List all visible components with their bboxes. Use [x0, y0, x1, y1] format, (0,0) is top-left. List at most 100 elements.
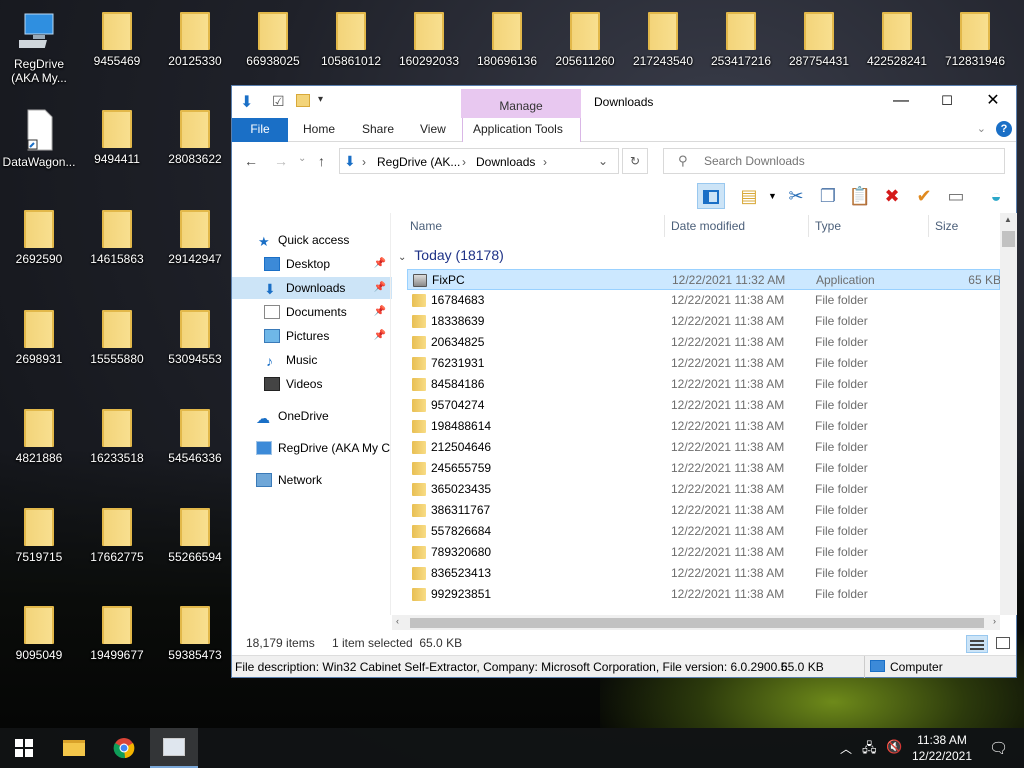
- search-input[interactable]: [704, 154, 984, 168]
- help-button[interactable]: ?: [996, 121, 1012, 137]
- chrome-taskbar-button[interactable]: [100, 728, 148, 768]
- rename-button[interactable]: ✔: [910, 183, 938, 209]
- desktop-folder-16233518[interactable]: 16233518: [78, 409, 156, 465]
- properties-button[interactable]: ▭: [942, 183, 970, 209]
- file-row[interactable]: 386311767 12/22/2021 11:38 AM File folder: [407, 500, 1000, 521]
- desktop-folder-66938025[interactable]: 66938025: [234, 12, 312, 68]
- refresh-button[interactable]: ↻: [622, 148, 648, 174]
- context-tab-manage[interactable]: Manage: [461, 89, 581, 118]
- title-bar[interactable]: ⬇ ☑ ▾ Manage Downloads — ☐ ✕: [232, 86, 1016, 118]
- tab-file[interactable]: File: [232, 118, 288, 142]
- tab-application-tools[interactable]: Application Tools: [462, 118, 581, 142]
- desktop-folder-217243540[interactable]: 217243540: [624, 12, 702, 68]
- search-box[interactable]: ⚲: [663, 148, 1005, 174]
- desktop-folder-28083622[interactable]: 28083622: [156, 110, 234, 166]
- desktop-folder-19499677[interactable]: 19499677: [78, 606, 156, 662]
- column-header-date[interactable]: Date modified: [671, 213, 745, 239]
- file-row[interactable]: 365023435 12/22/2021 11:38 AM File folder: [407, 479, 1000, 500]
- scroll-right-icon[interactable]: ›: [993, 616, 996, 626]
- file-row[interactable]: 992923851 12/22/2021 11:38 AM File folder: [407, 584, 1000, 605]
- desktop-folder-712831946[interactable]: 712831946: [936, 12, 1014, 68]
- details-view-button[interactable]: [966, 635, 988, 653]
- desktop-folder-9494411[interactable]: 9494411: [78, 110, 156, 166]
- address-dropdown-icon[interactable]: ⌄: [598, 154, 608, 168]
- nav-regdrive[interactable]: RegDrive (AKA My Co: [232, 437, 392, 459]
- pin-icon[interactable]: 📌: [374, 301, 386, 323]
- file-row[interactable]: 16784683 12/22/2021 11:38 AM File folder: [407, 290, 1000, 311]
- desktop-folder-205611260[interactable]: 205611260: [546, 12, 624, 68]
- column-separator[interactable]: [664, 215, 665, 237]
- copy-button[interactable]: ❐: [814, 183, 842, 209]
- file-row[interactable]: 84584186 12/22/2021 11:38 AM File folder: [407, 374, 1000, 395]
- desktop-folder-253417216[interactable]: 253417216: [702, 12, 780, 68]
- volume-muted-icon[interactable]: 🔇: [886, 739, 902, 755]
- preview-pane-button[interactable]: [697, 183, 725, 209]
- nav-pictures[interactable]: Pictures 📌: [232, 325, 392, 347]
- desktop-folder-4821886[interactable]: 4821886: [0, 409, 78, 465]
- paste-button[interactable]: 📋: [846, 183, 874, 209]
- file-row[interactable]: 557826684 12/22/2021 11:38 AM File folder: [407, 521, 1000, 542]
- file-row[interactable]: 836523413 12/22/2021 11:38 AM File folder: [407, 563, 1000, 584]
- download-arrow-icon[interactable]: ⬇: [240, 92, 253, 112]
- scroll-up-icon[interactable]: ▲: [1004, 215, 1012, 224]
- column-header-size[interactable]: Size: [935, 213, 958, 239]
- pin-icon[interactable]: 📌: [374, 325, 386, 347]
- start-button[interactable]: [0, 728, 48, 768]
- shell-button[interactable]: ◒: [982, 183, 1010, 209]
- maximize-button[interactable]: ☐: [924, 86, 970, 116]
- desktop-folder-17662775[interactable]: 17662775: [78, 508, 156, 564]
- delete-button[interactable]: ✖: [878, 183, 906, 209]
- nav-music[interactable]: ♪ Music: [232, 349, 392, 371]
- column-separator[interactable]: [808, 215, 809, 237]
- properties-icon[interactable]: ☑: [272, 93, 285, 110]
- address-bar[interactable]: ⬇ › RegDrive (AK... › Downloads › ⌄: [339, 148, 619, 174]
- desktop-folder-54546336[interactable]: 54546336: [156, 409, 234, 465]
- file-row[interactable]: 245655759 12/22/2021 11:38 AM File folder: [407, 458, 1000, 479]
- chevron-down-icon[interactable]: ▼: [768, 191, 777, 201]
- desktop-folder-2692590[interactable]: 2692590: [0, 210, 78, 266]
- pin-icon[interactable]: 📌: [374, 277, 386, 299]
- chevron-down-icon[interactable]: ▾: [318, 94, 323, 105]
- desktop-icon-regdrive[interactable]: RegDrive (AKA My...: [0, 10, 78, 85]
- scroll-left-icon[interactable]: ‹: [396, 616, 399, 626]
- column-header-type[interactable]: Type: [815, 213, 841, 239]
- desktop-folder-287754431[interactable]: 287754431: [780, 12, 858, 68]
- close-button[interactable]: ✕: [970, 86, 1016, 116]
- desktop-folder-53094553[interactable]: 53094553: [156, 310, 234, 366]
- desktop-folder-160292033[interactable]: 160292033: [390, 12, 468, 68]
- tab-home[interactable]: Home: [293, 118, 345, 142]
- desktop-folder-422528241[interactable]: 422528241: [858, 12, 936, 68]
- desktop-folder-14615863[interactable]: 14615863: [78, 210, 156, 266]
- desktop-folder-105861012[interactable]: 105861012: [312, 12, 390, 68]
- vertical-scrollbar[interactable]: ▲: [1000, 213, 1017, 615]
- file-row[interactable]: 95704274 12/22/2021 11:38 AM File folder: [407, 395, 1000, 416]
- desktop-folder-29142947[interactable]: 29142947: [156, 210, 234, 266]
- desktop-folder-7519715[interactable]: 7519715: [0, 508, 78, 564]
- nav-downloads[interactable]: ⬇ Downloads 📌: [232, 277, 392, 299]
- breadcrumb-root[interactable]: RegDrive (AK...: [377, 155, 460, 169]
- file-row[interactable]: 198488614 12/22/2021 11:38 AM File folder: [407, 416, 1000, 437]
- recent-chevron-icon[interactable]: ⌄: [298, 153, 306, 164]
- nav-network[interactable]: Network: [232, 469, 392, 491]
- notification-icon[interactable]: 🗨: [989, 739, 1008, 757]
- large-icons-view-button[interactable]: [996, 637, 1010, 649]
- desktop-folder-59385473[interactable]: 59385473: [156, 606, 234, 662]
- desktop-folder-9095049[interactable]: 9095049: [0, 606, 78, 662]
- horizontal-scrollbar[interactable]: ‹ ›: [392, 615, 1000, 630]
- new-folder-icon[interactable]: [296, 94, 310, 107]
- active-app-taskbar-button[interactable]: [150, 728, 198, 768]
- group-header-today[interactable]: ⌄ Today (18178): [398, 247, 504, 263]
- system-clock[interactable]: 11:38 AM 12/22/2021: [912, 732, 972, 764]
- pin-icon[interactable]: 📌: [374, 253, 386, 275]
- network-tray-icon[interactable]: 🖧: [862, 739, 877, 761]
- file-row[interactable]: FixPC 12/22/2021 11:32 AM Application 65 KB: [407, 269, 1000, 290]
- desktop-folder-2698931[interactable]: 2698931: [0, 310, 78, 366]
- tab-view[interactable]: View: [410, 118, 456, 142]
- tab-share[interactable]: Share: [352, 118, 404, 142]
- desktop-folder-20125330[interactable]: 20125330: [156, 12, 234, 68]
- desktop-folder-15555880[interactable]: 15555880: [78, 310, 156, 366]
- up-arrow-icon[interactable]: ↑: [318, 153, 325, 169]
- back-arrow-icon[interactable]: ←: [244, 153, 258, 169]
- file-row[interactable]: 212504646 12/22/2021 11:38 AM File folder: [407, 437, 1000, 458]
- column-header-name[interactable]: Name: [410, 213, 442, 239]
